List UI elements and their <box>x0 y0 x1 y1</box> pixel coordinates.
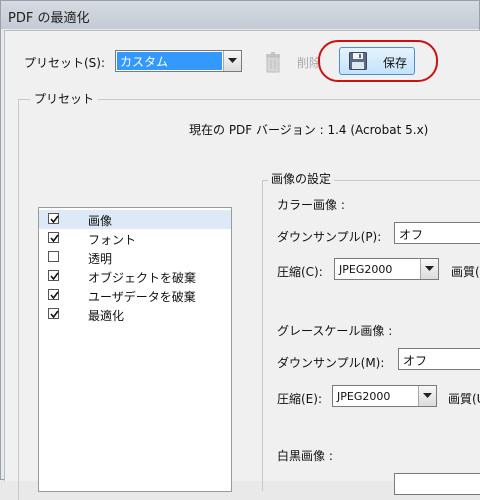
category-item-optimize[interactable]: 最適化 <box>39 305 231 324</box>
grayscale-images-heading: グレースケール画像 : <box>277 324 393 338</box>
gray-compression-dropdown[interactable]: JPEG2000 <box>332 385 437 407</box>
chevron-down-icon <box>223 51 241 71</box>
chevron-down-icon <box>418 386 436 406</box>
category-item-label: ユーザデータを破棄 <box>88 290 196 304</box>
trash-icon <box>262 51 284 76</box>
pdf-version-text: 現在の PDF バージョン : 1.4 (Acrobat 5.x) <box>189 123 429 137</box>
color-downsample-value: オフ <box>399 228 424 242</box>
delete-button[interactable]: 削除 <box>256 46 326 76</box>
gray-compression-value: JPEG2000 <box>337 390 391 403</box>
category-item-discard-user-data[interactable]: ユーザデータを破棄 <box>39 286 231 305</box>
gray-compression-label: 圧縮(E): <box>277 392 322 406</box>
category-item-transparency[interactable]: 透明 <box>39 248 231 267</box>
color-quality-label: 画質(Q <box>451 265 480 279</box>
category-checkbox[interactable] <box>48 251 59 262</box>
gray-downsample-label: ダウンサンプル(M): <box>277 356 385 370</box>
category-checkbox[interactable] <box>48 270 59 281</box>
color-compression-label: 圧縮(C): <box>277 265 323 279</box>
preset-group-title: プリセット <box>30 90 99 107</box>
preset-label: プリセット(S): <box>24 56 106 70</box>
category-list[interactable]: 画像 フォント 透明 オブジェクトを破棄 ユーザデータを破棄 最適化 <box>38 207 232 492</box>
chevron-down-icon <box>420 259 438 279</box>
color-compression-value: JPEG2000 <box>339 263 393 276</box>
preset-dropdown[interactable]: カスタム <box>115 50 242 72</box>
category-item-label: フォント <box>88 233 137 247</box>
preset-dropdown-value: カスタム <box>117 52 222 70</box>
category-checkbox[interactable] <box>48 213 59 224</box>
gray-downsample-dropdown[interactable]: オフ <box>398 348 480 370</box>
category-item-label: 透明 <box>88 252 113 266</box>
save-highlight-circle <box>318 40 438 82</box>
image-settings-title: 画像の設定 <box>268 170 335 187</box>
category-item-discard-objects[interactable]: オブジェクトを破棄 <box>39 267 231 286</box>
category-checkbox[interactable] <box>48 308 59 319</box>
category-item-images[interactable]: 画像 <box>39 210 231 229</box>
color-compression-dropdown[interactable]: JPEG2000 <box>334 258 439 280</box>
window-title: PDF の最適化 <box>8 11 90 26</box>
gray-downsample-value: オフ <box>403 354 428 368</box>
category-item-label: オブジェクトを破棄 <box>88 271 197 285</box>
category-checkbox[interactable] <box>48 289 59 300</box>
category-item-fonts[interactable]: フォント <box>39 229 231 248</box>
mono-images-heading: 白黒画像 : <box>277 449 333 463</box>
mono-downsample-dropdown[interactable] <box>394 473 480 495</box>
category-item-label: 最適化 <box>88 309 125 323</box>
title-bar[interactable]: PDF の最適化 <box>1 1 479 29</box>
color-downsample-dropdown[interactable]: オフ <box>394 222 480 244</box>
gray-quality-label: 画質(U <box>448 392 480 406</box>
color-images-heading: カラー画像 : <box>277 198 345 212</box>
color-downsample-label: ダウンサンプル(P): <box>277 230 382 244</box>
category-item-label: 画像 <box>88 214 113 228</box>
category-checkbox[interactable] <box>48 232 59 243</box>
